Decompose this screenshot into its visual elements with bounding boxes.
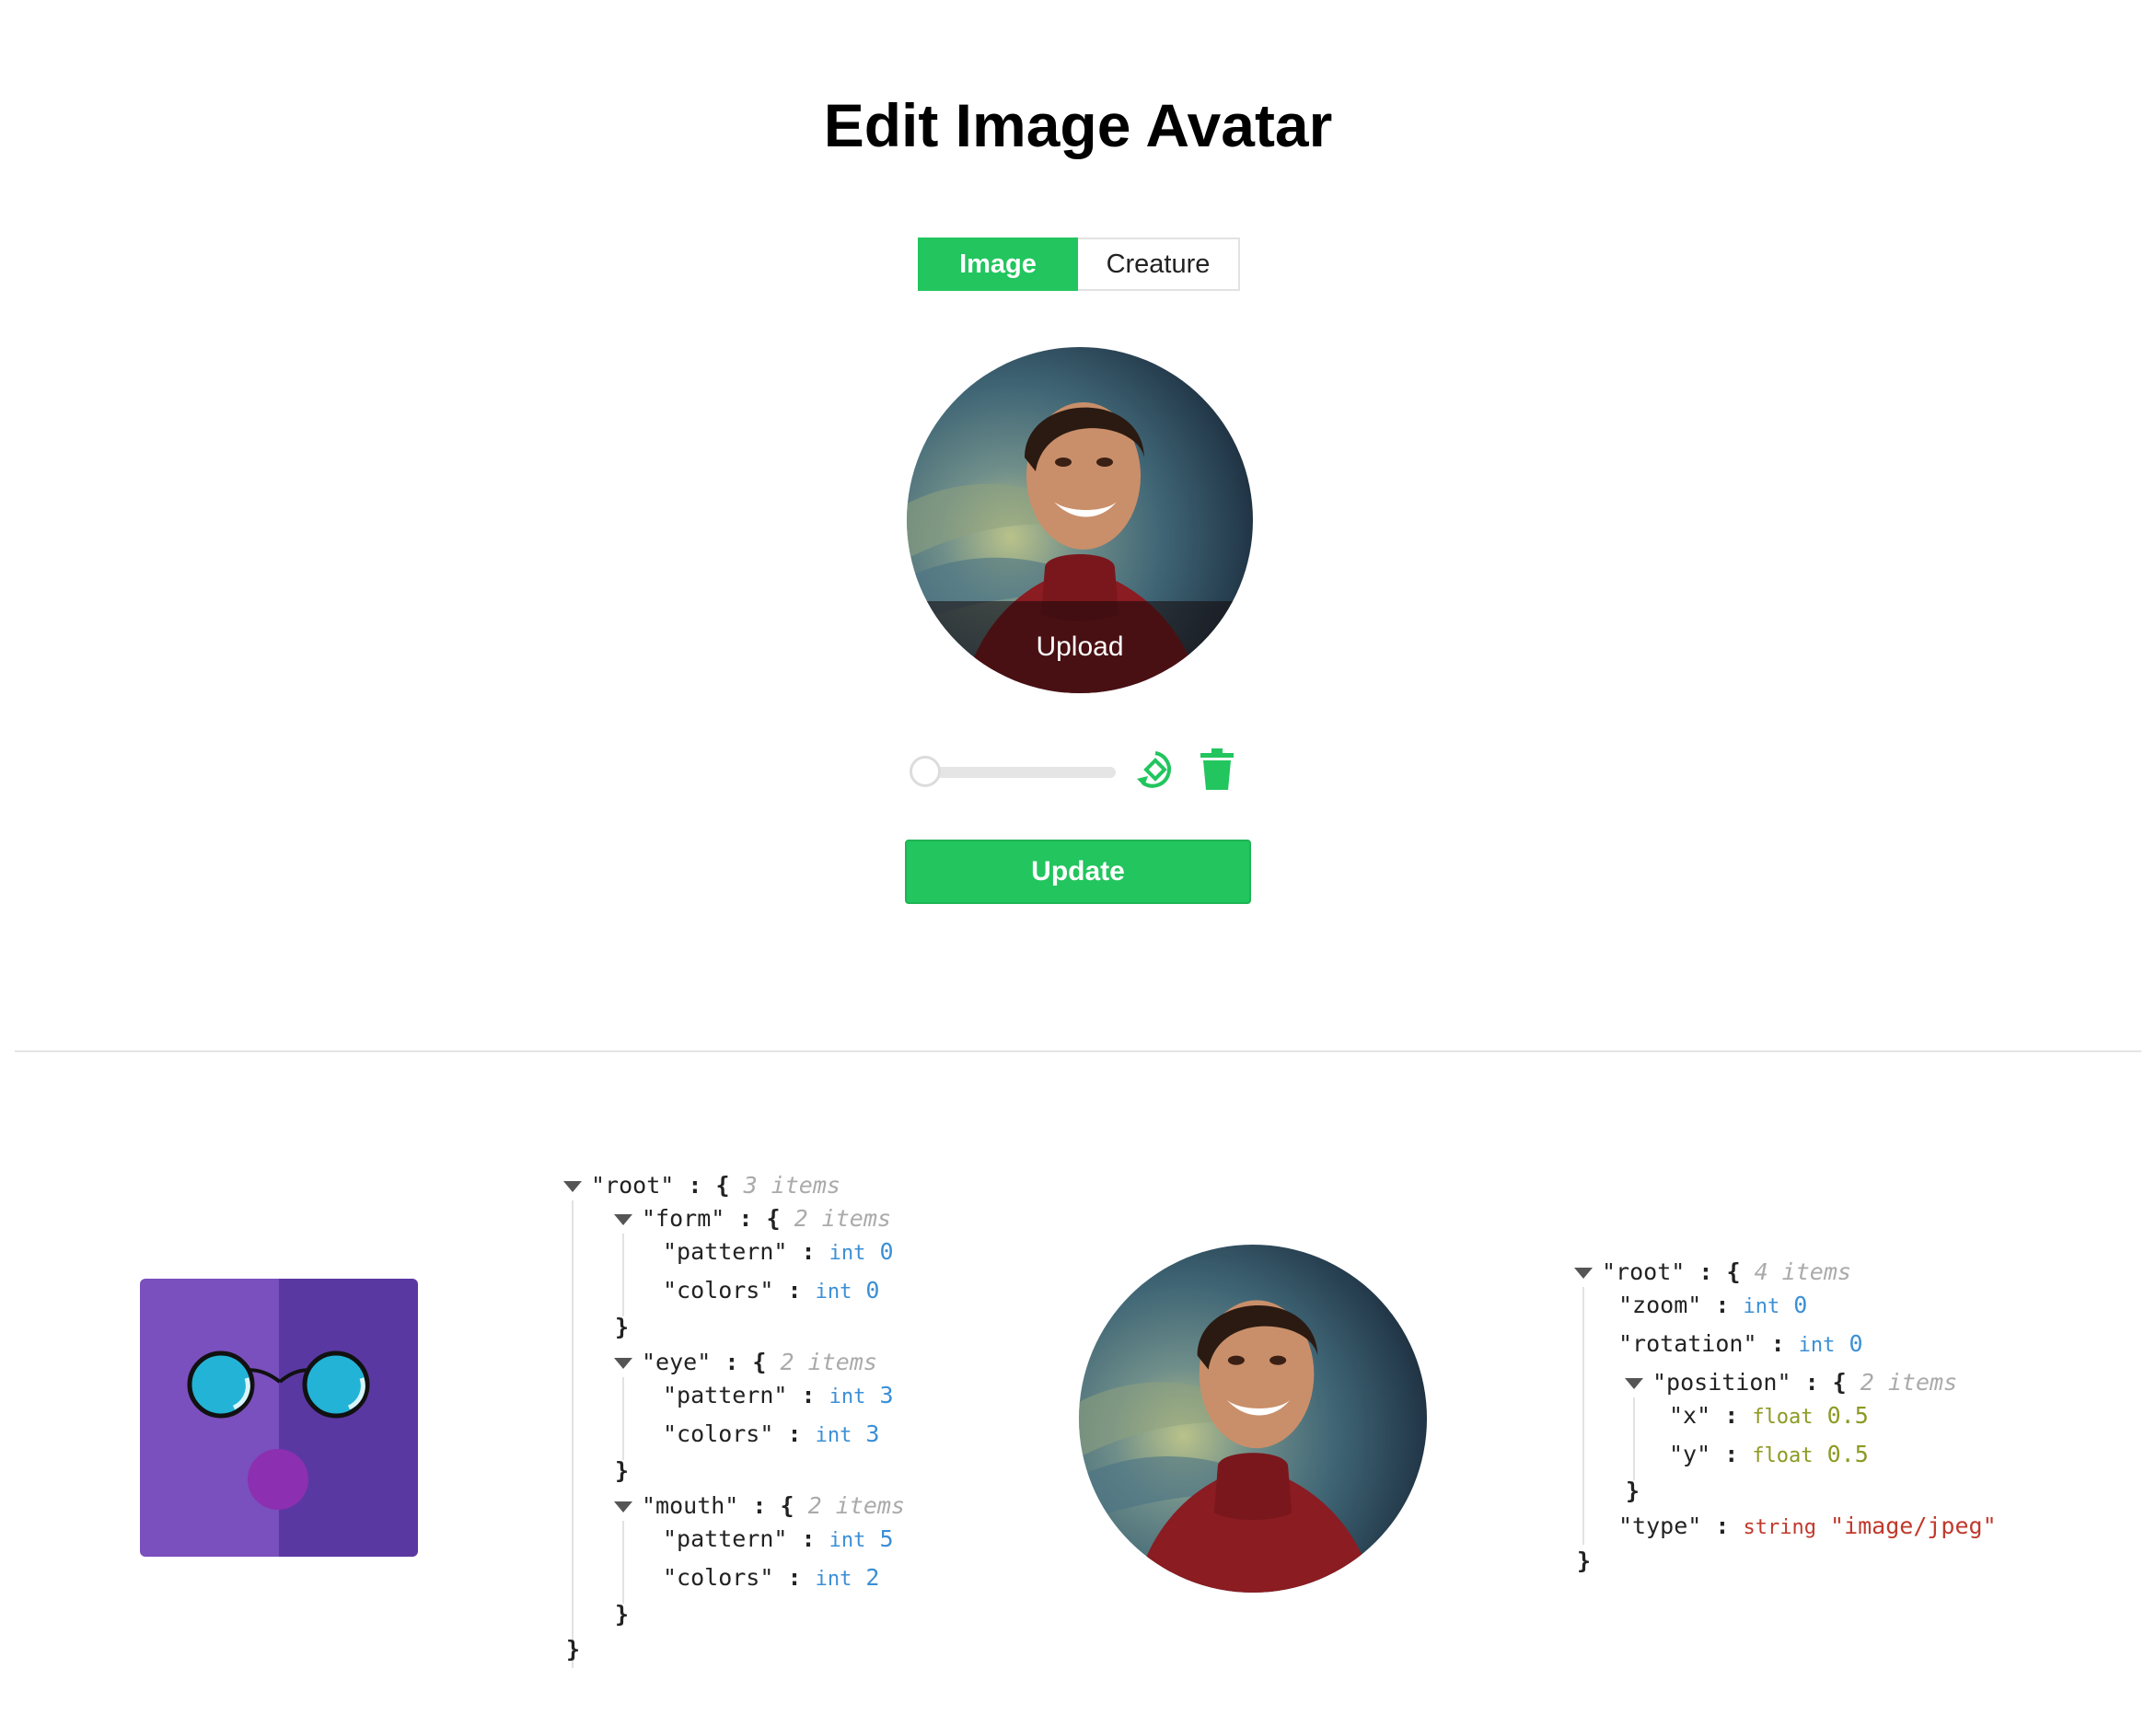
- json-line: "colors" : int 3: [663, 1420, 880, 1447]
- json-guide: [572, 1200, 574, 1668]
- json-line: }: [566, 1636, 581, 1663]
- update-button[interactable]: Update: [905, 840, 1251, 904]
- collapse-caret-icon[interactable]: [563, 1181, 582, 1192]
- page-title: Edit Image Avatar: [823, 91, 1333, 159]
- json-line: "y" : float 0.5: [1669, 1441, 1869, 1467]
- json-line: "mouth" : { 2 items: [614, 1489, 905, 1523]
- json-guide: [622, 1377, 624, 1460]
- json-line: }: [615, 1314, 630, 1340]
- collapse-caret-icon[interactable]: [614, 1501, 632, 1513]
- zoom-slider-thumb[interactable]: [910, 756, 941, 787]
- json-line: "pattern" : int 3: [663, 1382, 894, 1408]
- json-line: "colors" : int 2: [663, 1564, 880, 1591]
- collapse-caret-icon[interactable]: [1574, 1268, 1593, 1279]
- json-guide: [1633, 1397, 1635, 1480]
- rotate-icon[interactable]: [1133, 748, 1179, 794]
- json-line: "colors" : int 0: [663, 1277, 880, 1304]
- json-line: "rotation" : int 0: [1618, 1330, 1863, 1357]
- json-line: }: [615, 1457, 630, 1484]
- json-guide: [622, 1521, 624, 1604]
- json-line: }: [1577, 1547, 1592, 1574]
- upload-overlay[interactable]: Upload: [907, 601, 1253, 693]
- zoom-slider[interactable]: [910, 756, 1116, 787]
- avatar-preview: [1079, 1245, 1427, 1593]
- json-line: "pattern" : int 0: [663, 1238, 894, 1265]
- avatar-type-tabs: Image Creature: [918, 238, 1240, 291]
- creature-json-viewer: "root" : { 3 items "form" : { 2 items "p…: [563, 1169, 950, 1668]
- collapse-caret-icon[interactable]: [614, 1214, 632, 1225]
- json-line: "x" : float 0.5: [1669, 1402, 1869, 1429]
- json-line: "type" : string "image/jpeg": [1618, 1513, 1997, 1539]
- image-json-viewer: "root" : { 4 items "zoom" : int 0 "rotat…: [1574, 1256, 2127, 1587]
- json-line: "eye" : { 2 items: [614, 1346, 877, 1379]
- json-line: "zoom" : int 0: [1618, 1292, 1808, 1318]
- upload-label: Upload: [1036, 632, 1124, 662]
- json-line: }: [1626, 1478, 1640, 1504]
- collapse-caret-icon[interactable]: [614, 1358, 632, 1369]
- avatar-upload-area[interactable]: Upload: [907, 347, 1253, 693]
- creature-avatar: [140, 1279, 418, 1557]
- json-guide: [1582, 1287, 1584, 1545]
- json-line: "form" : { 2 items: [614, 1202, 891, 1235]
- zoom-slider-track[interactable]: [922, 767, 1116, 778]
- section-divider: [15, 1050, 2141, 1052]
- json-line: }: [615, 1601, 630, 1628]
- json-line: "root" : { 3 items: [563, 1169, 840, 1202]
- json-guide: [622, 1234, 624, 1316]
- json-line: "root" : { 4 items: [1574, 1256, 1851, 1289]
- tab-creature[interactable]: Creature: [1078, 239, 1238, 289]
- json-line: "pattern" : int 5: [663, 1525, 894, 1552]
- tab-image[interactable]: Image: [918, 238, 1078, 291]
- collapse-caret-icon[interactable]: [1625, 1378, 1643, 1389]
- json-line: "position" : { 2 items: [1625, 1366, 1957, 1399]
- trash-icon[interactable]: [1199, 748, 1235, 792]
